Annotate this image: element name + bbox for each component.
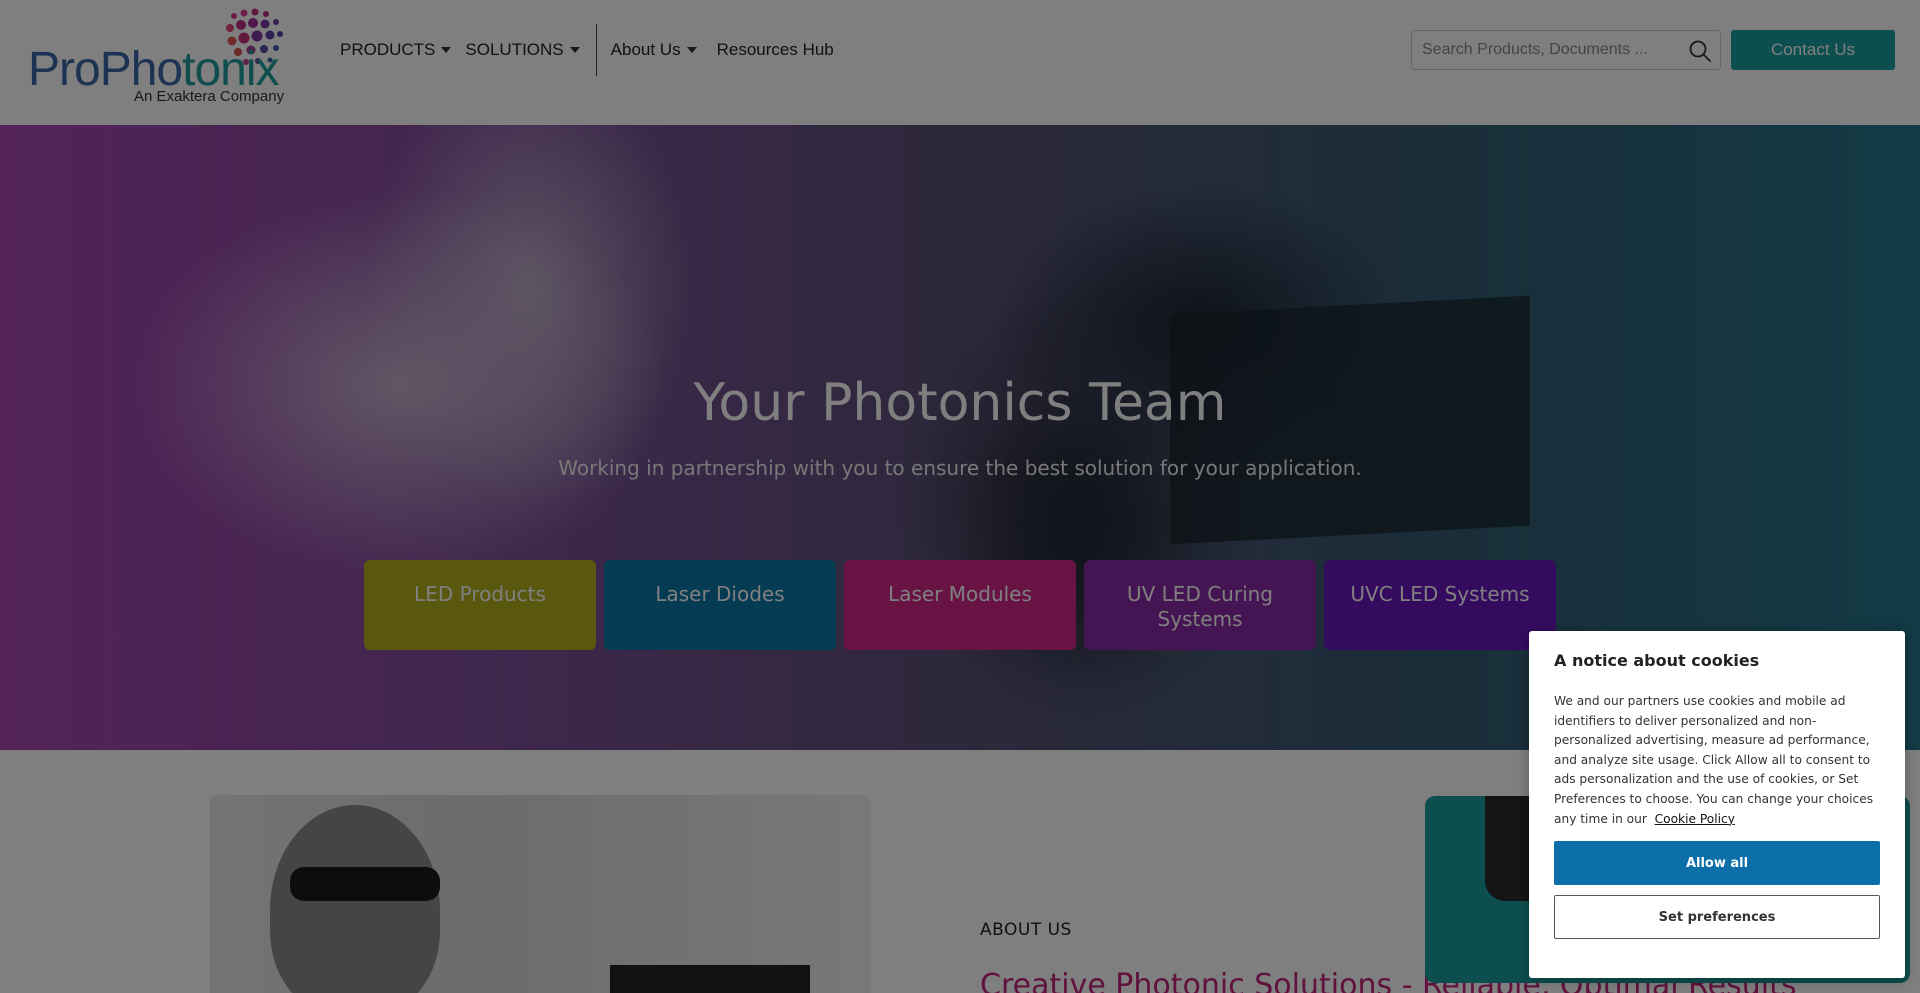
cookie-notice-dialog: A notice about cookies We and our partne… (1529, 631, 1905, 978)
cookie-notice-title: A notice about cookies (1554, 651, 1760, 670)
allow-all-button[interactable]: Allow all (1554, 841, 1880, 886)
set-preferences-button[interactable]: Set preferences (1554, 895, 1880, 940)
cookie-policy-link[interactable]: Cookie Policy (1655, 812, 1735, 826)
cookie-notice-text: We and our partners use cookies and mobi… (1554, 694, 1874, 826)
cookie-notice-body: We and our partners use cookies and mobi… (1554, 692, 1880, 829)
